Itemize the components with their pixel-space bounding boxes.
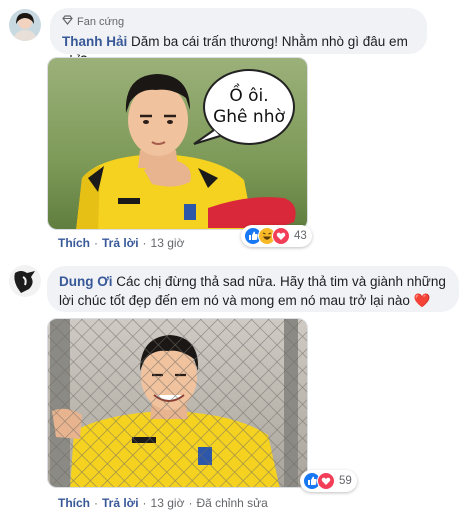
diamond-icon (62, 15, 73, 29)
commenter-name[interactable]: Dung Ơi (59, 274, 113, 289)
like-link[interactable]: Thích (58, 496, 90, 510)
comment-photo[interactable] (47, 318, 308, 488)
fan-badge: Fan cứng (62, 15, 415, 29)
timestamp[interactable]: 13 giờ (151, 496, 185, 510)
player-photo-fence (48, 319, 307, 487)
speech-tail (193, 129, 221, 145)
reply-link[interactable]: Trả lời (102, 496, 139, 510)
comment-bubble: Dung Ơi Các chị đừng thả sad nữa. Hãy th… (47, 266, 459, 312)
avatar[interactable] (9, 265, 41, 297)
badge-label: Fan cứng (77, 15, 125, 28)
love-reaction-icon (317, 472, 335, 490)
comment-photo[interactable]: Ồ ôi. Ghê nhờ (47, 57, 308, 230)
comment-bubble: Fan cứng Thanh Hải Dăm ba cái trấn thươn… (50, 8, 427, 68)
reaction-count: 59 (339, 475, 352, 487)
timestamp[interactable]: 13 giờ (151, 236, 185, 250)
edited-label[interactable]: Đã chỉnh sửa (196, 496, 267, 510)
comment-actions: Thích · Trả lời · 13 giờ · Đã chỉnh sửa (58, 496, 268, 510)
red-heart-emoji: ❤️ (413, 293, 431, 308)
reaction-summary[interactable]: 59 (300, 470, 357, 492)
avatar[interactable] (9, 9, 41, 41)
reply-link[interactable]: Trả lời (102, 236, 139, 250)
like-link[interactable]: Thích (58, 236, 90, 250)
reaction-summary[interactable]: 43 (241, 225, 312, 247)
reaction-count: 43 (294, 230, 307, 242)
comment-actions: Thích · Trả lời · 13 giờ (58, 236, 185, 250)
love-reaction-icon (272, 227, 290, 245)
comment-text: Các chị đừng thả sad nữa. Hãy thả tim và… (59, 274, 446, 308)
commenter-name[interactable]: Thanh Hải (62, 34, 127, 49)
